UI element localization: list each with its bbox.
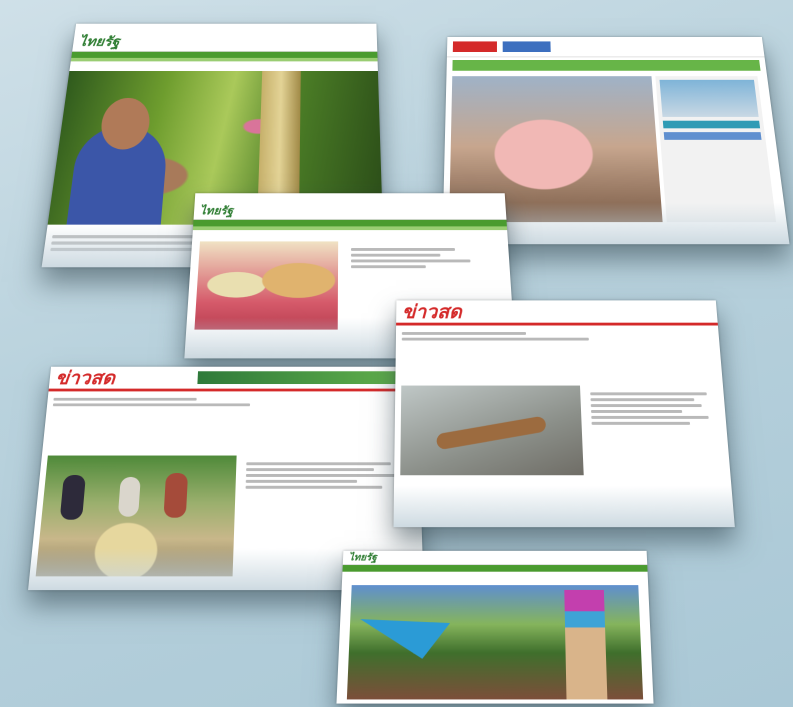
sidebar-thumb <box>659 79 759 117</box>
card-topbar <box>194 193 506 203</box>
fruit-photo <box>194 241 339 330</box>
card-header: ข่าวสด <box>48 366 418 392</box>
green-banner <box>452 59 761 71</box>
tree-ribbon <box>564 589 608 700</box>
header-ad <box>197 371 412 385</box>
card-sidebar <box>655 76 777 223</box>
khaosod-logo: ข่าวสด <box>401 300 462 323</box>
person-2 <box>117 476 141 517</box>
card-headline <box>342 572 648 585</box>
news-card-5: ข่าวสด <box>393 300 735 528</box>
header-ad <box>502 41 551 52</box>
card-header: ข่าวสด <box>396 300 718 326</box>
card-text <box>396 325 720 347</box>
news-card-6: ไทยรัฐ <box>336 550 654 704</box>
gecko-photo <box>400 385 584 476</box>
thairath-logo: ไทยรัฐ <box>199 203 234 217</box>
card-text <box>345 241 507 275</box>
card-header: ไทยรัฐ <box>193 202 507 220</box>
sidebar-bar <box>662 120 761 129</box>
card-text-2 <box>584 386 729 432</box>
card-header <box>446 37 765 58</box>
card-subnav <box>192 226 508 231</box>
gecko-body <box>435 415 548 451</box>
person-1 <box>59 474 86 520</box>
sidebar-bar-2 <box>663 132 762 140</box>
khaosod-logo: ข่าวสด <box>54 366 116 389</box>
red-logo-block <box>452 41 497 52</box>
card-nav <box>342 565 648 572</box>
thairath-logo: ไทยรัฐ <box>348 552 377 563</box>
blue-cloth <box>359 619 450 659</box>
thairath-logo: ไทยรัฐ <box>78 33 121 50</box>
card-header: ไทยรัฐ <box>342 550 648 566</box>
card-header: ไทยรัฐ <box>72 32 378 52</box>
person-3 <box>163 473 189 518</box>
card-text <box>46 391 418 412</box>
forest-photo <box>346 585 644 700</box>
card-fade <box>393 485 735 528</box>
